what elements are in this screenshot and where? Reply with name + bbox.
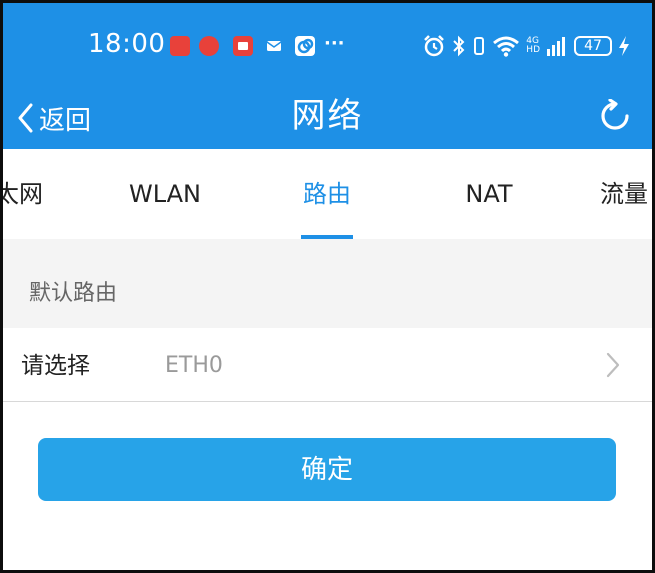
tab-nat[interactable]: NAT <box>449 149 529 239</box>
route-select-label: 请选择 <box>21 353 90 379</box>
back-button[interactable]: 返回 <box>17 87 91 149</box>
app-screen: 18:00 ··· 4G HD 47 返回 网络 太网 WLAN 路由 NAT … <box>3 3 652 570</box>
game-app-notification-icon <box>199 36 219 56</box>
book-app-notification-icon <box>233 36 253 56</box>
tab-routing[interactable]: 路由 <box>287 149 367 239</box>
charging-icon <box>619 36 629 56</box>
tab-ethernet[interactable]: 以太网 <box>3 149 45 239</box>
back-label: 返回 <box>39 105 92 136</box>
bluetooth-icon <box>453 35 465 57</box>
default-route-section: 默认路由 <box>3 239 652 328</box>
wifi-icon <box>493 36 520 57</box>
mail-notification-icon <box>264 36 284 56</box>
status-bar: 18:00 ··· 4G HD 47 <box>3 3 652 87</box>
status-time: 18:00 <box>88 29 166 59</box>
vibrate-icon <box>474 37 485 55</box>
route-select-value: ETH0 <box>165 353 223 378</box>
tab-bar: 以太网 WLAN 路由 NAT 流量 <box>3 149 652 239</box>
network-type: 4G HD <box>526 36 540 55</box>
tab-wlan[interactable]: WLAN <box>115 149 215 239</box>
chevron-right-icon <box>606 352 620 378</box>
app-header: 18:00 ··· 4G HD 47 返回 网络 <box>3 3 652 149</box>
more-notifications-icon: ··· <box>324 33 345 54</box>
nav-bar: 返回 网络 <box>3 87 652 149</box>
confirm-button[interactable]: 确定 <box>38 438 616 501</box>
route-select-row[interactable]: 请选择 ETH0 <box>3 328 652 402</box>
baidu-netdisk-notification-icon <box>295 36 315 56</box>
status-icons: 4G HD 47 <box>422 33 630 59</box>
huawei-app-notification-icon <box>170 36 190 56</box>
page-title: 网络 <box>291 96 364 136</box>
signal-icon <box>547 37 565 56</box>
battery-level: 47 <box>574 36 612 56</box>
refresh-icon[interactable] <box>598 99 632 133</box>
tab-traffic[interactable]: 流量 <box>600 149 652 239</box>
alarm-icon <box>424 35 445 57</box>
chevron-left-icon <box>18 103 33 133</box>
